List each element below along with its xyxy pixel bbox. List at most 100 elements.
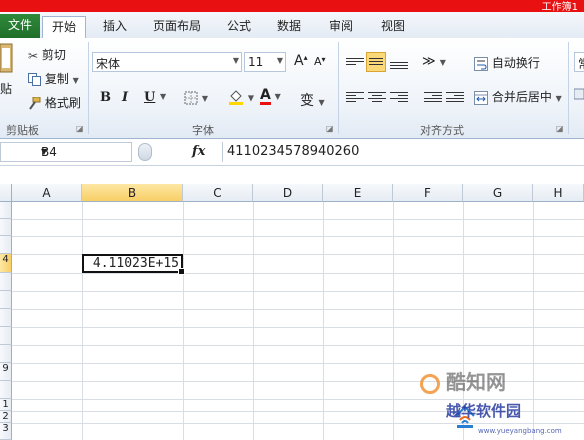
align-right-button[interactable] [390, 90, 408, 106]
chevron-down-icon[interactable]: ▼ [41, 147, 127, 156]
name-box[interactable]: B4 ▼ [0, 142, 132, 162]
select-all-corner[interactable] [0, 184, 12, 202]
align-center-button[interactable] [368, 90, 386, 106]
decrease-indent-button[interactable] [424, 90, 442, 106]
italic-button[interactable]: I [122, 90, 128, 105]
row-header[interactable]: 3 [0, 423, 12, 440]
font-name-select[interactable]: 宋体 ▼ [92, 52, 242, 72]
gridline [12, 363, 584, 364]
tab-insert[interactable]: 插入 [100, 16, 130, 38]
scissors-icon: ✂ [28, 48, 39, 63]
gridline [12, 327, 584, 328]
font-color-button[interactable]: A ▼ [260, 88, 281, 105]
copy-dropdown-icon[interactable]: ▼ [73, 76, 79, 85]
merge-center-label: 合并后居中 [491, 90, 552, 104]
row-header[interactable]: 2 [0, 411, 12, 423]
column-header[interactable]: H [533, 184, 584, 202]
chevron-down-icon: ▼ [247, 93, 254, 103]
clipboard-group-label: 剪贴板 [6, 124, 39, 137]
currency-icon[interactable] [574, 86, 584, 101]
pinyin-label: 变 [300, 93, 314, 109]
active-cell-b4[interactable]: 4.11023E+15 [82, 254, 185, 275]
chevron-down-icon: ▼ [439, 58, 446, 67]
insert-function-button[interactable]: fx [192, 144, 205, 159]
tab-formulas[interactable]: 公式 [224, 16, 254, 38]
row-header[interactable]: 4 [0, 254, 12, 273]
column-header[interactable]: A [12, 184, 82, 202]
underline-button[interactable]: U [144, 90, 155, 105]
tab-data[interactable]: 数据 [274, 16, 304, 38]
font-launcher-icon[interactable]: ◪ [326, 124, 334, 133]
tab-view[interactable]: 视图 [378, 16, 408, 38]
row-header[interactable] [0, 236, 12, 254]
row-header[interactable] [0, 327, 12, 345]
column-header[interactable]: F [393, 184, 463, 202]
align-top-button[interactable] [346, 56, 364, 72]
copy-button[interactable]: 复制 ▼ [28, 70, 79, 87]
border-button[interactable]: ▼ [184, 90, 208, 105]
number-format-value: 常 [578, 55, 584, 72]
align-left-button[interactable] [346, 90, 364, 106]
paste-button[interactable] [0, 42, 14, 76]
font-size-select[interactable]: 11 ▼ [244, 52, 286, 72]
formula-bar-resize-handle[interactable] [138, 143, 152, 161]
fill-handle[interactable] [178, 268, 185, 275]
column-header[interactable]: B [82, 184, 183, 202]
clipboard-launcher-icon[interactable]: ◪ [76, 124, 84, 133]
column-header[interactable]: G [463, 184, 533, 202]
cut-button[interactable]: ✂ 剪切 [28, 46, 66, 63]
shrink-font-button[interactable]: A▾ [314, 55, 326, 68]
formula-input[interactable]: 4110234578940260 [222, 142, 584, 162]
merge-center-button[interactable]: 合并后居中 ▼ [474, 88, 562, 105]
grow-font-button[interactable]: A▴ [294, 53, 308, 69]
tab-file[interactable]: 文件 [0, 14, 40, 38]
chevron-down-icon: ▼ [555, 94, 562, 103]
brand-logo-icon [420, 373, 440, 394]
underline-dropdown-icon[interactable]: ▼ [160, 92, 166, 101]
chevron-down-icon: ▼ [274, 92, 281, 101]
spacer [0, 166, 584, 184]
row-header[interactable]: 9 [0, 363, 12, 381]
gridline [12, 236, 584, 237]
column-header[interactable]: E [323, 184, 393, 202]
down-arrow-icon: ▾ [321, 55, 326, 64]
row-header[interactable] [0, 219, 12, 236]
orientation-button[interactable]: ≫ ▼ [422, 54, 446, 69]
column-header[interactable]: D [253, 184, 323, 202]
gridline [393, 202, 394, 440]
gridline [253, 202, 254, 440]
paintbrush-icon [29, 97, 41, 110]
column-header[interactable]: C [183, 184, 253, 202]
row-header[interactable] [0, 273, 12, 291]
row-header[interactable] [0, 291, 12, 309]
increase-indent-button[interactable] [446, 90, 464, 106]
row-header[interactable] [0, 381, 12, 399]
alignment-launcher-icon[interactable]: ◪ [556, 124, 564, 133]
chevron-down-icon: ▼ [318, 98, 325, 107]
pinyin-button[interactable]: 变 ▼ [300, 90, 325, 110]
gridline [12, 273, 584, 274]
clipboard-icon [0, 43, 13, 73]
tab-home[interactable]: 开始 [42, 16, 86, 39]
tab-page-layout[interactable]: 页面布局 [148, 16, 206, 38]
cut-label: 剪切 [41, 48, 66, 62]
align-middle-button[interactable] [366, 52, 386, 72]
chevron-down-icon: ▼ [201, 94, 208, 103]
gridline [12, 291, 584, 292]
format-painter-label: 格式刷 [44, 96, 81, 110]
format-painter-button[interactable]: 格式刷 [28, 94, 81, 111]
ribbon-tabs: 文件 开始 插入 页面布局 公式 数据 审阅 视图 [0, 12, 584, 39]
wrap-text-button[interactable]: 自动换行 [474, 54, 540, 71]
fill-color-button[interactable]: ▼ [228, 88, 254, 106]
row-header[interactable]: 1 [0, 399, 12, 411]
row-header[interactable] [0, 309, 12, 327]
number-format-select[interactable]: 常 [574, 52, 584, 72]
merge-cells-icon [474, 90, 488, 105]
ribbon: 贴 ✂ 剪切 复制 ▼ 格式刷 剪贴板 ◪ 宋体 ▼ 11 ▼ A▴ A▾ B … [0, 38, 584, 139]
tab-review[interactable]: 审阅 [326, 16, 356, 38]
bold-button[interactable]: B [100, 90, 111, 105]
row-header[interactable] [0, 202, 12, 219]
align-bottom-button[interactable] [390, 60, 408, 76]
row-header[interactable] [0, 345, 12, 363]
alignment-group-label: 对齐方式 [420, 124, 464, 137]
